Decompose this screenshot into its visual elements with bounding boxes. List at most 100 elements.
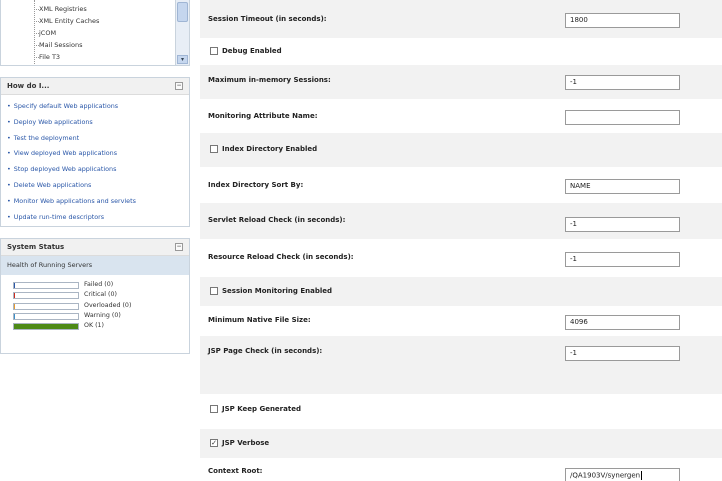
- how-do-i-list: • Specify default Web applications • Deplo…: [1, 95, 189, 228]
- health-label[interactable]: Critical (0): [84, 291, 117, 298]
- navigation-tree: XML Registries XML Entity Caches jCOM Ma…: [0, 0, 190, 66]
- health-bar-fill: [14, 293, 15, 299]
- bullet-icon: •: [7, 102, 11, 110]
- health-bar: [13, 292, 79, 300]
- health-bar: [13, 302, 79, 310]
- health-label[interactable]: OK (1): [84, 322, 104, 329]
- how-do-i-link[interactable]: • Update run-time descriptors: [7, 213, 185, 229]
- debug-enabled-checkbox[interactable]: [210, 47, 218, 55]
- session-timeout-label: Session Timeout (in seconds):: [208, 15, 327, 23]
- servlet-reload-row: Servlet Reload Check (in seconds): -1: [200, 203, 722, 239]
- bullet-icon: •: [7, 117, 11, 126]
- jsp-keep-generated-label: JSP Keep Generated: [222, 405, 301, 413]
- min-native-file-input[interactable]: 4096: [565, 315, 680, 330]
- jsp-page-check-row: JSP Page Check (in seconds): -1: [200, 336, 722, 394]
- tree-item-file-t3[interactable]: File T3: [39, 53, 60, 61]
- session-monitoring-row: Session Monitoring Enabled: [200, 277, 722, 306]
- context-root-row: Context Root: /QA1903V/synergen: [200, 458, 722, 481]
- jsp-verbose-label: JSP Verbose: [222, 439, 270, 447]
- index-dir-enabled-row: Index Directory Enabled: [200, 133, 722, 167]
- session-monitoring-label: Session Monitoring Enabled: [222, 287, 333, 295]
- jsp-verbose-row: ✓ JSP Verbose: [200, 429, 722, 458]
- how-do-i-link[interactable]: • View deployed Web applications: [7, 149, 185, 165]
- max-sessions-input[interactable]: -1: [565, 75, 680, 90]
- session-timeout-row: Session Timeout (in seconds): 1800: [200, 0, 722, 38]
- health-label[interactable]: Overloaded (0): [84, 302, 131, 309]
- health-bar: [13, 323, 79, 331]
- health-subtitle: Health of Running Servers: [1, 256, 189, 275]
- health-label[interactable]: Failed (0): [84, 281, 113, 288]
- context-root-value: /QA1903V/synergen: [570, 471, 641, 480]
- health-bar-fill: [14, 303, 15, 309]
- jsp-page-check-label: JSP Page Check (in seconds):: [208, 347, 323, 355]
- health-row: Failed (0): [13, 281, 189, 291]
- tree-item-jcom[interactable]: jCOM: [39, 29, 56, 37]
- max-sessions-row: Maximum in-memory Sessions: -1: [200, 65, 722, 99]
- resource-reload-input[interactable]: -1: [565, 252, 680, 267]
- scrollbar-thumb[interactable]: [177, 2, 188, 22]
- debug-enabled-label: Debug Enabled: [222, 47, 282, 55]
- health-label[interactable]: Warning (0): [84, 312, 121, 319]
- health-bar: [13, 282, 79, 289]
- bullet-icon: •: [7, 212, 11, 221]
- min-native-file-label: Minimum Native File Size:: [208, 316, 311, 324]
- how-do-i-title: How do I...: [7, 82, 50, 90]
- how-do-i-link[interactable]: • Test the deployment: [7, 134, 185, 150]
- how-do-i-panel: How do I... − • Specify default Web appli…: [0, 77, 190, 227]
- index-dir-enabled-label: Index Directory Enabled: [222, 145, 318, 153]
- scroll-down-icon[interactable]: ▾: [177, 55, 188, 64]
- jsp-keep-generated-checkbox[interactable]: [210, 405, 218, 413]
- how-do-i-link[interactable]: • Stop deployed Web applications: [7, 165, 185, 181]
- jsp-verbose-checkbox[interactable]: ✓: [210, 439, 218, 447]
- jsp-page-check-input[interactable]: -1: [565, 346, 680, 361]
- monitoring-attr-input[interactable]: [565, 110, 680, 125]
- health-bar-fill: [14, 324, 78, 330]
- collapse-icon[interactable]: −: [175, 82, 183, 90]
- bullet-icon: •: [7, 133, 11, 142]
- bullet-icon: •: [7, 180, 11, 189]
- servlet-reload-input[interactable]: -1: [565, 217, 680, 232]
- tree-item-mail-sessions[interactable]: Mail Sessions: [39, 41, 82, 49]
- tree-item-xml-entity-caches[interactable]: XML Entity Caches: [39, 17, 99, 25]
- servlet-reload-label: Servlet Reload Check (in seconds):: [208, 216, 346, 224]
- collapse-icon[interactable]: −: [175, 243, 183, 251]
- debug-enabled-row: Debug Enabled: [200, 38, 722, 65]
- session-monitoring-checkbox[interactable]: [210, 287, 218, 295]
- health-bar-fill: [14, 313, 15, 319]
- min-native-file-row: Minimum Native File Size: 4096: [200, 306, 722, 336]
- text-cursor: [641, 471, 643, 480]
- session-timeout-input[interactable]: 1800: [565, 13, 680, 28]
- tree-item-xml-registries[interactable]: XML Registries: [39, 5, 87, 13]
- health-row: Critical (0): [13, 291, 189, 301]
- system-status-title: System Status: [7, 243, 65, 251]
- monitoring-attr-row: Monitoring Attribute Name:: [200, 99, 722, 133]
- health-row: OK (1): [13, 322, 189, 332]
- how-do-i-link[interactable]: • Monitor Web applications and servlets: [7, 197, 185, 213]
- how-do-i-link[interactable]: • Deploy Web applications: [7, 118, 185, 134]
- jsp-keep-generated-row: JSP Keep Generated: [200, 394, 722, 429]
- bullet-icon: •: [7, 165, 11, 174]
- web-app-config-form: Session Timeout (in seconds): 1800 Debug…: [200, 0, 722, 481]
- health-row: Warning (0): [13, 312, 189, 322]
- left-panel: XML Registries XML Entity Caches jCOM Ma…: [0, 0, 192, 481]
- context-root-input[interactable]: /QA1903V/synergen: [565, 468, 680, 481]
- how-do-i-link[interactable]: • Specify default Web applications: [7, 102, 185, 118]
- monitoring-attr-label: Monitoring Attribute Name:: [208, 112, 318, 120]
- index-dir-sort-label: Index Directory Sort By:: [208, 181, 304, 189]
- health-rows: Failed (0) Critical (0) Overloaded (0) Warn…: [1, 275, 189, 332]
- health-bar: [13, 312, 79, 320]
- bullet-icon: •: [7, 196, 11, 205]
- health-bar-fill: [14, 283, 15, 288]
- resource-reload-row: Resource Reload Check (in seconds): -1: [200, 239, 722, 277]
- index-dir-enabled-checkbox[interactable]: [210, 145, 218, 153]
- index-dir-sort-input[interactable]: NAME: [565, 179, 680, 194]
- context-root-label: Context Root:: [208, 467, 263, 475]
- system-status-panel: System Status − Health of Running Server…: [0, 238, 190, 354]
- max-sessions-label: Maximum in-memory Sessions:: [208, 76, 331, 84]
- resource-reload-label: Resource Reload Check (in seconds):: [208, 253, 354, 261]
- health-row: Overloaded (0): [13, 302, 189, 312]
- panel-title: System Status −: [1, 239, 189, 256]
- tree-scrollbar[interactable]: ▾: [175, 0, 189, 65]
- panel-title: How do I... −: [1, 78, 189, 95]
- how-do-i-link[interactable]: • Delete Web applications: [7, 181, 185, 197]
